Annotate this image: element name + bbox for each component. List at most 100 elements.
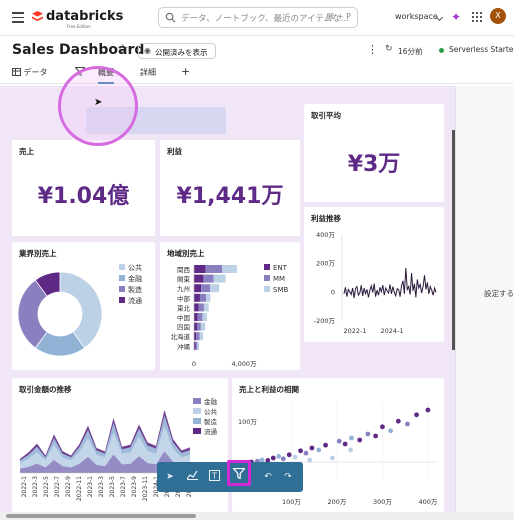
mouse-cursor-icon: ➤	[94, 97, 103, 108]
assistant-sparkle-icon[interactable]: ✦	[451, 10, 461, 24]
kpi-card-profit[interactable]: 利益 ¥1,441万	[160, 140, 300, 236]
bar-segment	[203, 303, 209, 312]
tab-data[interactable]: データ	[12, 67, 48, 78]
databricks-dashboard-window: databricks Free Edition データ、ノートブック、最近のアイ…	[0, 0, 514, 520]
search-input[interactable]: データ、ノートブック、最近のアイテムな... ⌘ + P	[158, 7, 358, 28]
legend-label: 金融	[204, 397, 218, 406]
refresh-icon[interactable]: ↻	[385, 44, 393, 54]
eye-icon: ◉	[144, 46, 151, 55]
card-title: 売上	[19, 147, 34, 156]
add-tab-icon[interactable]: +	[181, 65, 190, 78]
legend-label: 流通	[204, 427, 218, 436]
card-title: 取引平均	[311, 111, 341, 120]
x-tick-label: 200万	[327, 498, 346, 506]
x-tick-label: 2023-7	[120, 476, 127, 497]
scatter-point	[323, 442, 328, 448]
bar-segment	[206, 293, 211, 302]
add-visualization-icon[interactable]	[185, 470, 199, 484]
bar-segment	[196, 332, 200, 341]
legend-swatch	[193, 398, 201, 404]
kpi-value: ¥3万	[347, 152, 401, 177]
x-tick-label: 2022-1	[21, 476, 28, 497]
scatter-point	[309, 445, 315, 451]
bar-category-label: 北海道	[171, 332, 191, 341]
undo-icon[interactable]: ↶	[261, 470, 275, 484]
x-tick-label: 2023-9	[131, 476, 138, 497]
scatter-point	[286, 452, 292, 458]
bar-segment	[210, 284, 220, 293]
kpi-card-sales[interactable]: 売上 ¥1.04億	[12, 140, 155, 236]
legend-swatch	[193, 428, 201, 434]
bar-segment	[199, 293, 207, 302]
x-tick-label: 2022-9	[65, 476, 72, 497]
bar-segment	[200, 322, 206, 331]
logo-text: databricks	[46, 9, 124, 24]
horizontal-scrollbar[interactable]	[0, 512, 514, 520]
x-tick-label: 2023-1	[87, 476, 94, 497]
last-refreshed: 16分前	[398, 47, 423, 56]
add-text-icon[interactable]: T	[207, 470, 221, 484]
settings-panel-text: 設定する	[484, 289, 514, 298]
scatter-point	[425, 407, 431, 413]
scatter-point	[380, 424, 385, 430]
scatter-point	[292, 454, 298, 460]
bar-category-label: 中国	[177, 313, 190, 322]
chart-card-region[interactable]: 地域別売上 関西 関東 九州 中部 東北 中国 四国 北海道 沖縄 0 4,000万 ENT MM SMB	[160, 242, 300, 370]
redo-icon[interactable]: ↷	[281, 470, 295, 484]
bar-segment	[194, 284, 202, 293]
y-tick-label: 400万	[316, 231, 335, 239]
pointer-icon[interactable]: ➤	[163, 470, 177, 484]
bar-segment	[203, 274, 214, 283]
bar-category-label: 四国	[177, 324, 190, 332]
view-published-label: 公開済みを表示	[155, 48, 208, 57]
legend-label: 製造	[128, 285, 142, 294]
legend-swatch	[119, 264, 125, 270]
chart-card-profit-trend[interactable]: 利益推移 400万 200万 0 -200万 2022-1 2024-1	[304, 207, 444, 342]
scatter-point	[388, 428, 394, 434]
menu-icon[interactable]	[12, 12, 24, 23]
svg-text:T: T	[211, 472, 217, 481]
logo-subtitle: Free Edition	[67, 24, 91, 29]
bar-segment	[194, 293, 200, 302]
workspace-selector[interactable]: workspace	[395, 12, 438, 21]
bar-segment	[194, 274, 204, 283]
favorite-star-icon[interactable]: ☆	[117, 42, 129, 57]
bar-segment	[195, 341, 198, 350]
view-published-button[interactable]: ◉ 公開済みを表示	[138, 43, 216, 59]
scatter-point	[307, 457, 313, 463]
tab-data-label: データ	[23, 68, 48, 77]
scatter-point	[342, 441, 348, 447]
avatar[interactable]: X	[490, 8, 506, 24]
bar-segment	[194, 322, 197, 331]
tab-details[interactable]: 詳細	[140, 67, 156, 78]
legend-swatch	[264, 286, 270, 292]
bar-category-label: 関西	[177, 266, 191, 274]
legend-swatch	[119, 297, 125, 303]
bar-segment	[199, 332, 204, 341]
bar-segment	[205, 265, 222, 273]
bar-category-label: 東北	[177, 303, 191, 312]
search-shortcut: ⌘ + P	[326, 12, 351, 21]
add-filter-button[interactable]	[227, 460, 251, 486]
x-tick-label: 2024-1	[380, 327, 403, 335]
more-options-icon[interactable]: ⋮	[367, 43, 378, 56]
legend-label: 金融	[128, 274, 142, 283]
bar-segment	[194, 265, 206, 273]
apps-grid-icon[interactable]	[472, 12, 482, 22]
legend-label: SMB	[273, 286, 288, 294]
scatter-point	[414, 412, 419, 418]
kpi-card-average[interactable]: 取引平均 ¥3万	[304, 104, 444, 202]
filter-icon	[233, 468, 245, 479]
scatter-point	[373, 433, 379, 439]
scatter-point	[395, 418, 401, 424]
warehouse-selector[interactable]: Serverless Starter	[449, 45, 514, 54]
y-tick-label: 100万	[238, 418, 257, 426]
scatter-point	[336, 438, 342, 444]
scatter-point	[357, 437, 363, 443]
legend-swatch	[193, 408, 201, 414]
scatter-point	[405, 421, 410, 427]
scatter-point	[330, 455, 335, 461]
canvas-scrollbar[interactable]	[452, 130, 455, 350]
chart-card-industry[interactable]: 業界別売上 公共 金融 製造 流通	[12, 242, 155, 370]
donut-chart: 公共金融製造流通	[17, 263, 142, 357]
